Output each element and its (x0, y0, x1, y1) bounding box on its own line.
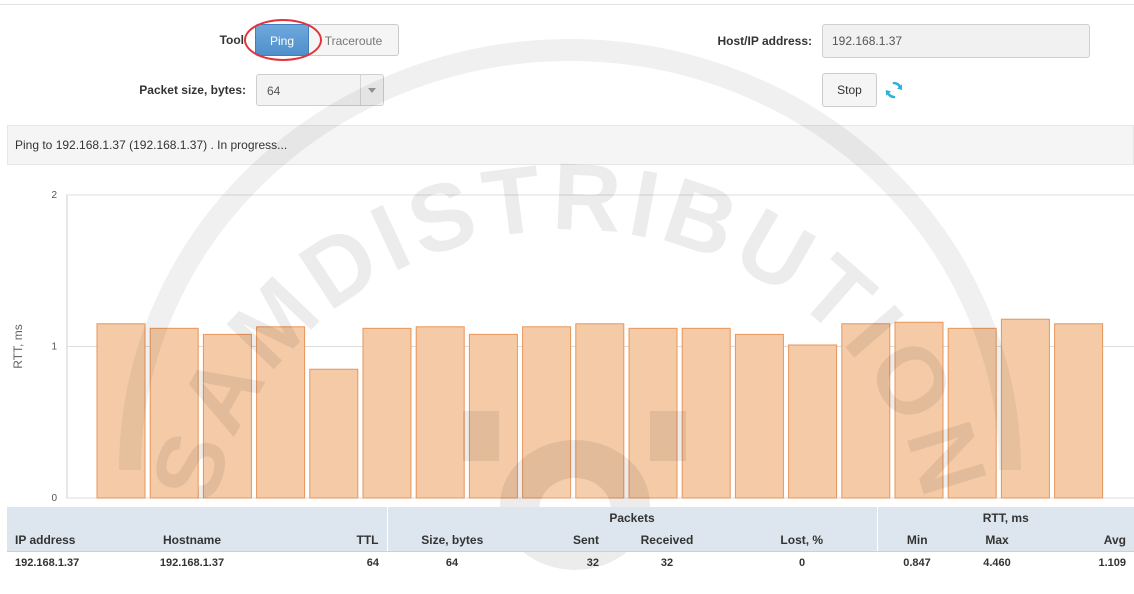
status-bar: Ping to 192.168.1.37 (192.168.1.37) . In… (7, 125, 1134, 165)
col-size[interactable]: Size, bytes (387, 529, 517, 552)
packet-size-label: Packet size, bytes: (139, 83, 246, 97)
chart-bar (468, 333, 518, 499)
chart-bar (841, 323, 891, 499)
chart-bar (149, 327, 199, 499)
chart-bar (894, 321, 944, 499)
col-lost[interactable]: Lost, % (727, 529, 878, 552)
col-min[interactable]: Min (877, 529, 957, 552)
col-sent[interactable]: Sent (517, 529, 607, 552)
tool-traceroute-button[interactable]: Traceroute (309, 24, 399, 56)
chart-bar (734, 333, 784, 499)
chart-bar (575, 323, 625, 499)
chart-bar (947, 327, 997, 499)
y-tick-label: 2 (51, 190, 57, 201)
cell-max: 4.460 (983, 557, 1011, 569)
rtt-chart: 0 1 2 RTT, ms (11, 190, 1134, 504)
col-received[interactable]: Received (607, 529, 727, 552)
cell-sent: 32 (586, 557, 599, 569)
host-label: Host/IP address: (717, 34, 812, 48)
cell-size: 64 (445, 557, 459, 569)
y-axis-label: RTT, ms (11, 324, 25, 368)
cell-ip: 192.168.1.37 (15, 557, 80, 569)
packet-size-select[interactable]: 64 (256, 74, 384, 106)
chart-bar (788, 344, 838, 499)
table-row: 192.168.1.37 192.168.1.37 64 64 32 32 0 … (7, 552, 1134, 575)
cell-received: 32 (660, 557, 674, 569)
chart-bar (309, 368, 359, 499)
packets-group-header: Packets (387, 507, 878, 529)
chart-bar (681, 327, 731, 499)
dropdown-arrow[interactable] (360, 75, 383, 105)
refresh-icon[interactable] (884, 80, 904, 100)
chart-bar (522, 326, 572, 499)
y-tick-label: 0 (51, 493, 57, 504)
y-tick-label: 1 (51, 342, 57, 353)
rtt-group-header: RTT, ms (877, 507, 1134, 529)
col-max[interactable]: Max (957, 529, 1037, 552)
cell-avg: 1.109 (1098, 557, 1126, 569)
chart-bar (1054, 323, 1104, 499)
chart-bar (96, 323, 146, 499)
chart-bar (1000, 318, 1050, 499)
col-ttl[interactable]: TTL (257, 529, 388, 552)
tool-segmented-control: Ping Traceroute (255, 24, 399, 56)
col-avg[interactable]: Avg (1037, 529, 1134, 552)
cell-min: 0.847 (903, 557, 931, 569)
table-group-header-row: Packets RTT, ms (7, 507, 1134, 529)
packet-size-value: 64 (267, 84, 281, 98)
chart-bar (256, 326, 306, 499)
host-ip-input[interactable]: 192.168.1.37 (822, 24, 1090, 58)
cell-ttl: 64 (366, 557, 379, 569)
top-divider (0, 4, 1134, 5)
tool-label: Tool (219, 33, 244, 47)
table-header-row: IP address Hostname TTL Size, bytes Sent… (7, 529, 1134, 552)
col-hostname[interactable]: Hostname (127, 529, 257, 552)
chevron-down-icon (368, 88, 376, 93)
cell-lost: 0 (798, 557, 806, 569)
col-ip-address[interactable]: IP address (7, 529, 127, 552)
chart-bar (202, 333, 252, 499)
cell-hostname: 192.168.1.37 (159, 557, 225, 569)
chart-bar (628, 327, 678, 499)
tool-ping-button[interactable]: Ping (255, 24, 309, 56)
chart-bar (415, 326, 465, 499)
stop-button[interactable]: Stop (822, 73, 877, 107)
chart-bar (362, 327, 412, 499)
results-table: Packets RTT, ms IP address Hostname TTL … (7, 507, 1134, 574)
